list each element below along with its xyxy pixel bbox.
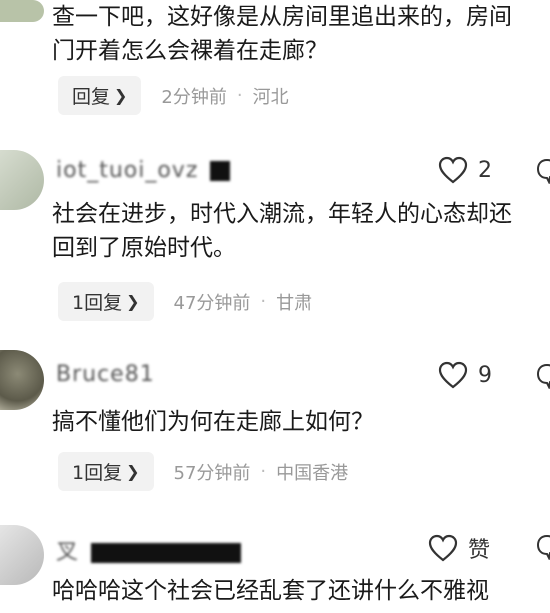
reply-button[interactable]: 1回复 ❯	[58, 282, 154, 321]
comment-text: 社会在进步，时代入潮流，年轻人的心态却还 回到了原始时代。	[52, 201, 512, 261]
like-button[interactable]: 9	[438, 361, 492, 389]
comment-time: 2分钟前	[161, 86, 227, 108]
like-button[interactable]: 赞	[428, 532, 490, 564]
reply-button[interactable]: 回复 ❯	[58, 76, 142, 115]
comment-location: 河北	[252, 86, 289, 108]
comment-time: 47分钟前	[173, 292, 251, 314]
avatar[interactable]	[0, 0, 44, 22]
heart-outline-icon	[438, 156, 468, 184]
avatar[interactable]	[0, 150, 44, 210]
username[interactable]: iot_tuoi_ovz	[56, 158, 234, 183]
avatar[interactable]	[0, 525, 44, 585]
comment-bubble-icon[interactable]	[536, 363, 550, 389]
avatar[interactable]	[0, 350, 44, 410]
like-button[interactable]: 2	[438, 156, 492, 184]
like-label: 赞	[468, 538, 491, 563]
comment-bubble-icon[interactable]	[536, 534, 550, 560]
comment-text: 搞不懂他们为何在走廊上如何？	[52, 409, 374, 435]
like-count: 2	[478, 157, 492, 183]
heart-outline-icon	[428, 534, 458, 562]
reply-button[interactable]: 1回复 ❯	[58, 452, 154, 491]
comment-meta: 1回复 ❯ 47分钟前 · 甘肃	[58, 282, 312, 321]
like-count: 9	[478, 362, 492, 388]
comment-meta: 回复 ❯ 2分钟前 · 河北	[58, 76, 289, 115]
comment-text: 哈哈哈这个社会已经乱套了还讲什么不雅视	[52, 578, 489, 604]
redaction-bar	[210, 161, 231, 181]
comment-text: 查一下吧，这好像是从房间里追出来的，房间 门开着怎么会裸着在走廊？	[52, 4, 512, 64]
chevron-right-icon: ❯	[126, 292, 140, 311]
username[interactable]: Bruce81	[56, 362, 155, 387]
comment-time: 57分钟前	[173, 462, 251, 484]
heart-outline-icon	[438, 361, 468, 389]
username[interactable]: 叉	[56, 534, 245, 566]
comment-bubble-icon[interactable]	[536, 158, 550, 184]
separator-dot: ·	[236, 85, 243, 106]
comment-meta: 1回复 ❯ 57分钟前 · 中国香港	[58, 452, 348, 491]
chevron-right-icon: ❯	[114, 86, 128, 105]
separator-dot: ·	[260, 291, 267, 312]
comment-location: 甘肃	[276, 292, 313, 314]
redaction-bar	[91, 543, 242, 563]
chevron-right-icon: ❯	[126, 462, 140, 481]
comment-location: 中国香港	[276, 462, 349, 484]
separator-dot: ·	[260, 461, 267, 482]
